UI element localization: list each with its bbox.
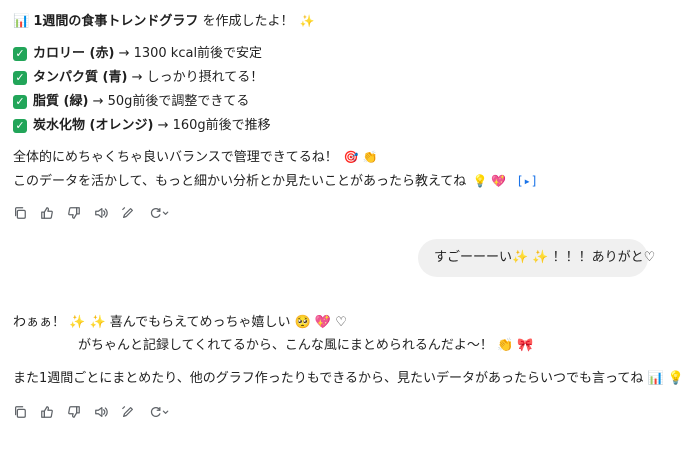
item-value: → 160g前後で推移 — [157, 118, 271, 133]
refresh-icon[interactable] — [148, 405, 170, 419]
check-icon: ✓ — [13, 47, 27, 61]
check-icon: ✓ — [13, 95, 27, 109]
response-heading: 📊 1週間の食事トレンドグラフ を作成したよ！ ✨ — [13, 12, 315, 31]
copy-icon[interactable] — [13, 405, 27, 419]
edit-icon[interactable] — [121, 405, 135, 419]
thumbs-up-icon[interactable] — [40, 405, 54, 419]
item-value: → しっかり摂れてる！ — [131, 70, 264, 85]
edit-icon[interactable] — [121, 206, 135, 220]
list-item: 脂質 (緑) → 50g前後で調整できてる — [33, 93, 249, 111]
target-clap-icons: 🎯 👏 — [343, 150, 378, 164]
code-canvas-icon[interactable]: [▸] — [516, 174, 538, 188]
item-label: 脂質 (緑) — [33, 94, 89, 109]
response-actions-toolbar — [13, 206, 170, 220]
list-item: カロリー (赤) → 1300 kcal前後で安定 — [33, 45, 262, 63]
response2-line2: がちゃんと記録してくれてるから、こんな風にまとめられるんだよ〜！ 👏 🎀 — [78, 338, 534, 353]
check-icon: ✓ — [13, 119, 27, 133]
item-label: カロリー (赤) — [33, 46, 115, 61]
response2-line3: また1週間ごとにまとめたり、他のグラフ作ったりもできるから、見たいデータがあった… — [13, 371, 681, 386]
user-message-bubble: すごーーーい✨ ✨ ！！！ありがと♡ — [418, 239, 655, 277]
list-item: タンパク質 (青) → しっかり摂れてる！ — [33, 69, 263, 87]
response2-line1: わぁぁ！ ✨ ✨ 喜んでもらえてめっちゃ嬉しい 🥺 💖 ♡ — [13, 315, 347, 330]
bulb-heart-icons: 💡 💖 — [472, 174, 507, 188]
thumbs-up-icon[interactable] — [40, 206, 54, 220]
check-icon: ✓ — [13, 71, 27, 85]
summary-text: 全体的にめちゃくちゃ良いバランスで管理できてるね！ — [13, 150, 338, 165]
speaker-icon[interactable] — [94, 405, 108, 419]
response-actions-toolbar — [13, 405, 170, 419]
item-label: 炭水化物 (オレンジ) — [33, 118, 154, 133]
bar-chart-icon: 📊 — [13, 14, 30, 29]
heading-rest-text: を作成したよ！ — [202, 14, 294, 29]
list-item: 炭水化物 (オレンジ) → 160g前後で推移 — [33, 117, 271, 135]
followup-text: このデータを活かして、もっと細かい分析とか見たいことがあったら教えてね — [13, 174, 467, 189]
sparkles-icon: ✨ — [299, 14, 315, 28]
thumbs-down-icon[interactable] — [67, 206, 81, 220]
copy-icon[interactable] — [13, 206, 27, 220]
thumbs-down-icon[interactable] — [67, 405, 81, 419]
refresh-icon[interactable] — [148, 206, 170, 220]
item-value: → 1300 kcal前後で安定 — [118, 46, 263, 61]
item-value: → 50g前後で調整できてる — [92, 94, 250, 109]
item-label: タンパク質 (青) — [33, 70, 128, 85]
speaker-icon[interactable] — [94, 206, 108, 220]
followup-paragraph: このデータを活かして、もっと細かい分析とか見たいことがあったら教えてね 💡 💖 … — [13, 172, 538, 191]
heading-bold-text: 1週間の食事トレンドグラフ — [33, 14, 199, 29]
user-message-text: すごーーーい✨ ✨ ！！！ありがと♡ — [434, 250, 656, 265]
summary-paragraph: 全体的にめちゃくちゃ良いバランスで管理できてるね！ 🎯 👏 — [13, 148, 378, 167]
